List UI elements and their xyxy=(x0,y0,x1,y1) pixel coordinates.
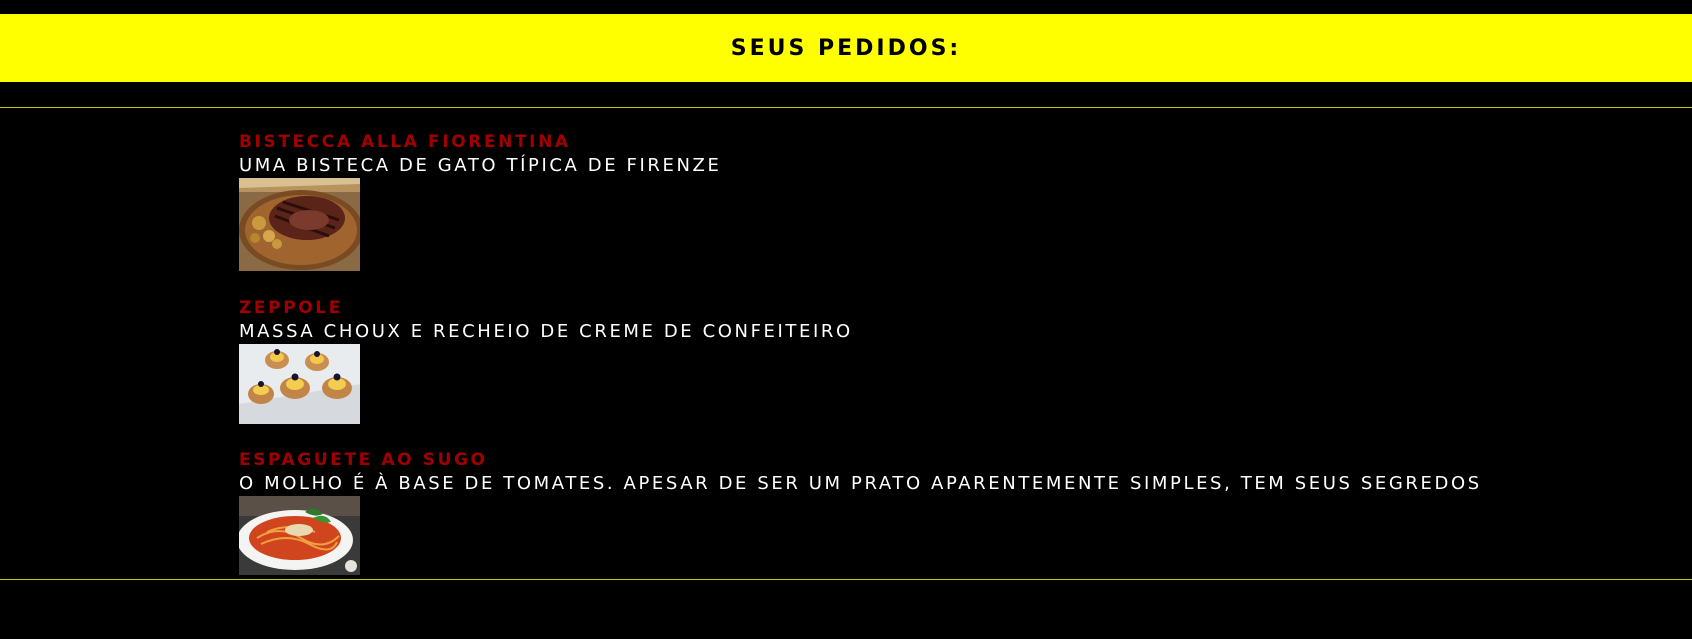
top-divider xyxy=(0,107,1692,108)
spaghetti-sugo-photo xyxy=(239,496,360,575)
order-item-name: BISTECCA ALLA FIORENTINA xyxy=(239,132,571,152)
order-item-description: O MOLHO É À BASE DE TOMATES. APESAR DE S… xyxy=(239,473,1482,494)
bottom-divider xyxy=(0,579,1692,580)
order-item-description: MASSA CHOUX E RECHEIO DE CREME DE CONFEI… xyxy=(239,321,853,342)
order-item-name: ZEPPOLE xyxy=(239,298,343,318)
header-banner: SEUS PEDIDOS: xyxy=(0,14,1692,82)
order-item: ESPAGUETE AO SUGO O MOLHO É À BASE DE TO… xyxy=(239,448,1659,575)
zeppole-pastries-photo xyxy=(239,344,360,424)
grilled-steak-photo xyxy=(239,178,360,271)
order-item: BISTECCA ALLA FIORENTINA UMA BISTECA DE … xyxy=(239,130,1659,271)
order-item-description: UMA BISTECA DE GATO TÍPICA DE FIRENZE xyxy=(239,155,722,176)
page-title: SEUS PEDIDOS: xyxy=(730,35,962,61)
order-item: ZEPPOLE MASSA CHOUX E RECHEIO DE CREME D… xyxy=(239,296,1659,424)
order-item-name: ESPAGUETE AO SUGO xyxy=(239,450,488,470)
